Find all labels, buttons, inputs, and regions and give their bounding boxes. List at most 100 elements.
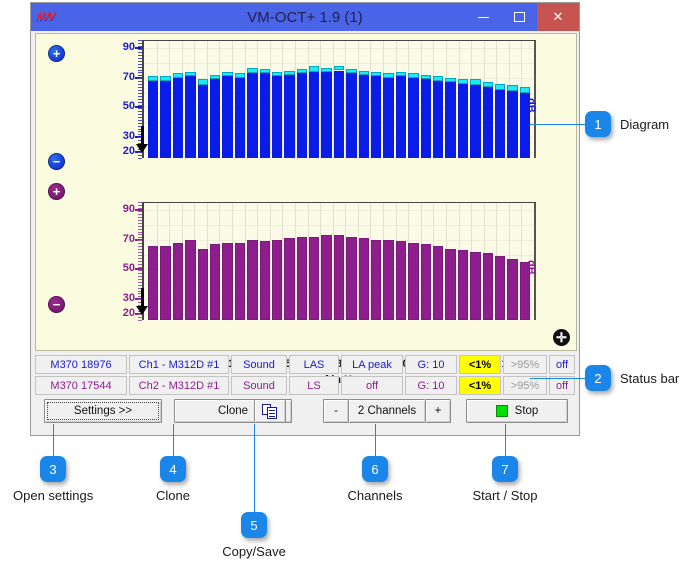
bar [507, 41, 518, 158]
bar-peak-cap [408, 73, 419, 78]
open-settings-button[interactable]: Settings >> [44, 399, 162, 423]
bar [234, 41, 246, 158]
callout-leader-4 [173, 424, 174, 456]
bar-peak-cap [432, 76, 444, 81]
diagram[interactable]: + − + − ✛ 90 70 50 30 20 dB 90 70 50 30 20 [35, 33, 577, 386]
bar [185, 203, 196, 320]
bar [432, 203, 444, 320]
bar [346, 203, 357, 320]
bar-peak-cap [148, 76, 159, 81]
callout-badge: 7 [492, 456, 518, 482]
bar [209, 203, 221, 320]
bar-peak-cap [185, 71, 196, 77]
y-axis-lower: 90 70 50 30 20 [106, 202, 142, 321]
status-source[interactable]: Sound [231, 355, 287, 374]
bar [333, 203, 345, 320]
bar-peak-cap [296, 69, 308, 74]
status-device[interactable]: M370 17544 [35, 376, 127, 395]
bar-peak-cap [234, 73, 246, 78]
bar [470, 41, 481, 158]
status-gain[interactable]: G: 10 [405, 376, 457, 395]
bar-peak-cap [358, 70, 370, 75]
button-bar: Settings >> Clone - 2 Channels + Stop [35, 399, 577, 425]
status-row[interactable]: M370 18976 Ch1 - M312D #1 Sound LAS LA p… [35, 355, 577, 374]
bar [420, 41, 431, 158]
chart-panel-upper[interactable]: 90 70 50 30 20 dB [106, 40, 537, 180]
bar [321, 203, 332, 320]
bar-peak-cap [309, 66, 320, 72]
zoom-out-lower-icon[interactable]: − [48, 296, 65, 313]
bar-peak-cap [482, 82, 493, 87]
status-source[interactable]: Sound [231, 376, 287, 395]
bar-peak-cap [383, 73, 394, 78]
channels-value[interactable]: 2 Channels [349, 399, 425, 423]
status-confidence[interactable]: >95% [503, 355, 547, 374]
status-peak[interactable]: off [341, 376, 403, 395]
axis-marker-arrow[interactable] [136, 306, 148, 315]
bar-peak-cap [172, 73, 184, 78]
close-icon[interactable]: ✕ [537, 3, 579, 31]
status-overload[interactable]: <1% [459, 376, 501, 395]
bar [148, 203, 159, 320]
callout-badge: 6 [362, 456, 388, 482]
title-bar[interactable]: /WV VM-OCT+ 1.9 (1) ✕ [31, 3, 579, 31]
bar-peak-cap [333, 66, 345, 71]
start-stop-button[interactable]: Stop [466, 399, 568, 423]
status-channel[interactable]: Ch2 - M312D #1 [129, 376, 229, 395]
bar [420, 203, 431, 320]
copy-save-button[interactable] [254, 399, 286, 423]
status-row[interactable]: M370 17544 Ch2 - M312D #1 Sound LS off G… [35, 376, 577, 395]
callout-7: 7 Start / Stop [465, 456, 545, 503]
status-weighting[interactable]: LAS [289, 355, 339, 374]
bar [172, 41, 184, 158]
bar [296, 203, 308, 320]
fit-view-icon[interactable]: ✛ [553, 329, 570, 346]
zoom-out-upper-icon[interactable]: − [48, 153, 65, 170]
bar-series-upper [144, 41, 534, 158]
bar [321, 41, 332, 158]
status-channel[interactable]: Ch1 - M312D #1 [129, 355, 229, 374]
minimize-icon[interactable] [465, 3, 501, 31]
bar [507, 203, 518, 320]
status-state[interactable]: off [549, 355, 575, 374]
channels-decrement-button[interactable]: - [323, 399, 349, 423]
callout-badge: 2 [585, 365, 611, 391]
y-tick-label: 90 [122, 203, 135, 216]
bar [247, 41, 258, 158]
maximize-icon[interactable] [501, 3, 537, 31]
y-axis-unit-upper: dB [525, 98, 537, 113]
channels-increment-button[interactable]: + [425, 399, 451, 423]
stop-label: Stop [514, 405, 539, 417]
bar [309, 203, 320, 320]
bar [185, 41, 196, 158]
bar [470, 203, 481, 320]
bar [222, 203, 233, 320]
bar-peak-cap [420, 74, 431, 80]
bar [457, 41, 469, 158]
bar [160, 41, 171, 158]
y-tick-label: 90 [122, 41, 135, 54]
callout-badge: 5 [241, 512, 267, 538]
y-tick-label: 50 [122, 100, 135, 113]
axis-marker-arrow[interactable] [136, 144, 148, 153]
bar [494, 203, 506, 320]
callout-1: 1 Diagram [585, 111, 669, 137]
callout-leader-3 [53, 424, 54, 456]
bar [160, 203, 171, 320]
bar-peak-cap [457, 79, 469, 84]
bar [222, 41, 233, 158]
bar [309, 41, 320, 158]
status-peak[interactable]: LA peak [341, 355, 403, 374]
bar [445, 203, 456, 320]
zoom-in-upper-icon[interactable]: + [48, 45, 65, 62]
axis-marker-stem [141, 288, 144, 308]
chart-panel-lower[interactable]: 90 70 50 30 20 dB [106, 202, 537, 342]
status-gain[interactable]: G: 10 [405, 355, 457, 374]
zoom-in-lower-icon[interactable]: + [48, 183, 65, 200]
bar [197, 203, 208, 320]
status-overload[interactable]: <1% [459, 355, 501, 374]
status-device[interactable]: M370 18976 [35, 355, 127, 374]
bar-peak-cap [395, 71, 407, 77]
status-weighting[interactable]: LS [289, 376, 339, 395]
bar [383, 203, 394, 320]
